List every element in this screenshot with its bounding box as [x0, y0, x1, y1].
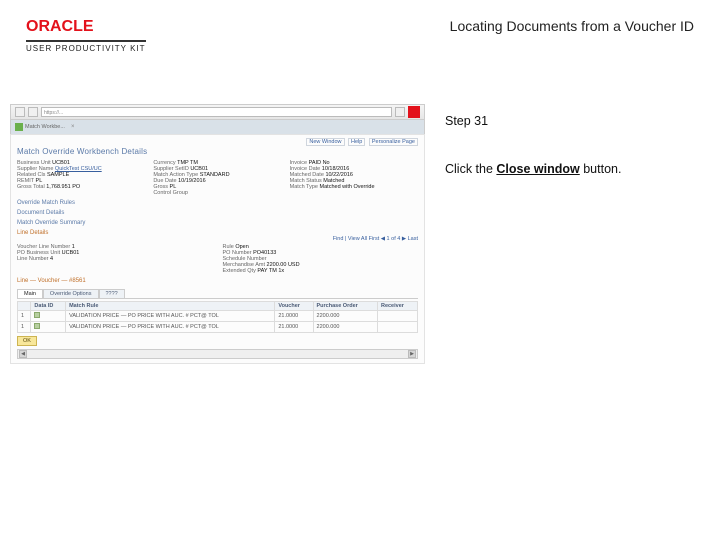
col-blank	[18, 302, 31, 311]
browser-tab-strip: Match Workbe... ×	[10, 120, 425, 134]
field-match-type: Match Type Matched with Override	[290, 184, 418, 190]
embedded-screenshot: https://... Match Workbe... × New Window…	[10, 104, 425, 414]
address-bar[interactable]: https://...	[41, 107, 392, 117]
page-title: Locating Documents from a Voucher ID	[450, 18, 694, 34]
field-extended-qty: Extended Qty PAY TM 1x	[223, 268, 419, 274]
step-label: Step 31	[445, 114, 695, 128]
back-button[interactable]	[15, 107, 25, 117]
table-header-row: Data ID Match Rule Voucher Purchase Orde…	[18, 302, 418, 311]
table-row: 1 VALIDATION PRICE — PO PRICE WITH AUC. …	[18, 322, 418, 333]
brand-name: ORACLE	[26, 18, 146, 36]
details-icon[interactable]	[34, 312, 40, 318]
browser-chrome: https://...	[10, 104, 425, 120]
tab-main[interactable]: Main	[17, 289, 43, 298]
instruction-prefix: Click the	[445, 162, 496, 176]
line-details-nav[interactable]: Find | View All First ◀ 1 of 4 ▶ Last	[17, 236, 418, 242]
col-voucher: Voucher	[275, 302, 313, 311]
scroll-left-icon[interactable]: ◀	[19, 350, 27, 358]
line-voucher-label: Line — Voucher — #8561	[17, 278, 418, 284]
field-line-number: Line Number 4	[17, 256, 213, 262]
tab-extra[interactable]: ????	[99, 289, 125, 298]
field-control-group: Control Group	[153, 190, 281, 196]
field-gross-total: Gross Total 1,768.951 PO	[17, 184, 145, 190]
instruction-suffix: button.	[580, 162, 622, 176]
brand-divider	[26, 40, 146, 42]
line-details-section: Line Details Find | View All First ◀ 1 o…	[17, 230, 418, 346]
brand-logo: ORACLE USER PRODUCTIVITY KIT	[26, 18, 146, 53]
instruction-text: Click the Close window button.	[445, 162, 695, 176]
link-match-override-summary[interactable]: Match Override Summary	[17, 220, 418, 226]
details-icon[interactable]	[34, 323, 40, 329]
brand-product: USER PRODUCTIVITY KIT	[26, 44, 146, 53]
panel-title: Match Override Workbench Details	[17, 147, 418, 156]
link-override-match-rules[interactable]: Override Match Rules	[17, 200, 418, 206]
match-rules-table: Data ID Match Rule Voucher Purchase Orde…	[17, 301, 418, 333]
tab-favicon-icon	[15, 123, 23, 131]
new-window-link[interactable]: New Window	[306, 138, 344, 146]
forward-button[interactable]	[28, 107, 38, 117]
personalize-link[interactable]: Personalize Page	[369, 138, 418, 146]
col-match-rule: Match Rule	[66, 302, 275, 311]
link-document-details[interactable]: Document Details	[17, 210, 418, 216]
scroll-right-icon[interactable]: ▶	[408, 350, 416, 358]
tab-override-options[interactable]: Override Options	[43, 289, 99, 298]
page-utility-links: New Window Help Personalize Page	[17, 139, 418, 145]
app-content: New Window Help Personalize Page Match O…	[10, 134, 425, 364]
browser-tab-label: Match Workbe...	[25, 124, 65, 130]
reload-button[interactable]	[395, 107, 405, 117]
voucher-header-fields: Business Unit UCB01 Supplier Name QuickT…	[17, 160, 418, 196]
horizontal-scrollbar[interactable]: ◀ ▶	[17, 349, 418, 359]
col-receiver: Receiver	[377, 302, 417, 311]
col-po: Purchase Order	[313, 302, 377, 311]
instruction-target: Close window	[496, 162, 579, 176]
close-window-button[interactable]	[408, 106, 420, 118]
help-link[interactable]: Help	[348, 138, 365, 146]
grid-tabs: Main Override Options ????	[17, 289, 418, 299]
table-row: 1 VALIDATION PRICE — PO PRICE WITH AUC. …	[18, 311, 418, 322]
tab-close-icon[interactable]: ×	[71, 124, 75, 130]
ok-button[interactable]: OK	[17, 336, 37, 346]
instruction-panel: Step 31 Click the Close window button.	[445, 114, 695, 210]
col-data-id: Data ID	[31, 302, 66, 311]
